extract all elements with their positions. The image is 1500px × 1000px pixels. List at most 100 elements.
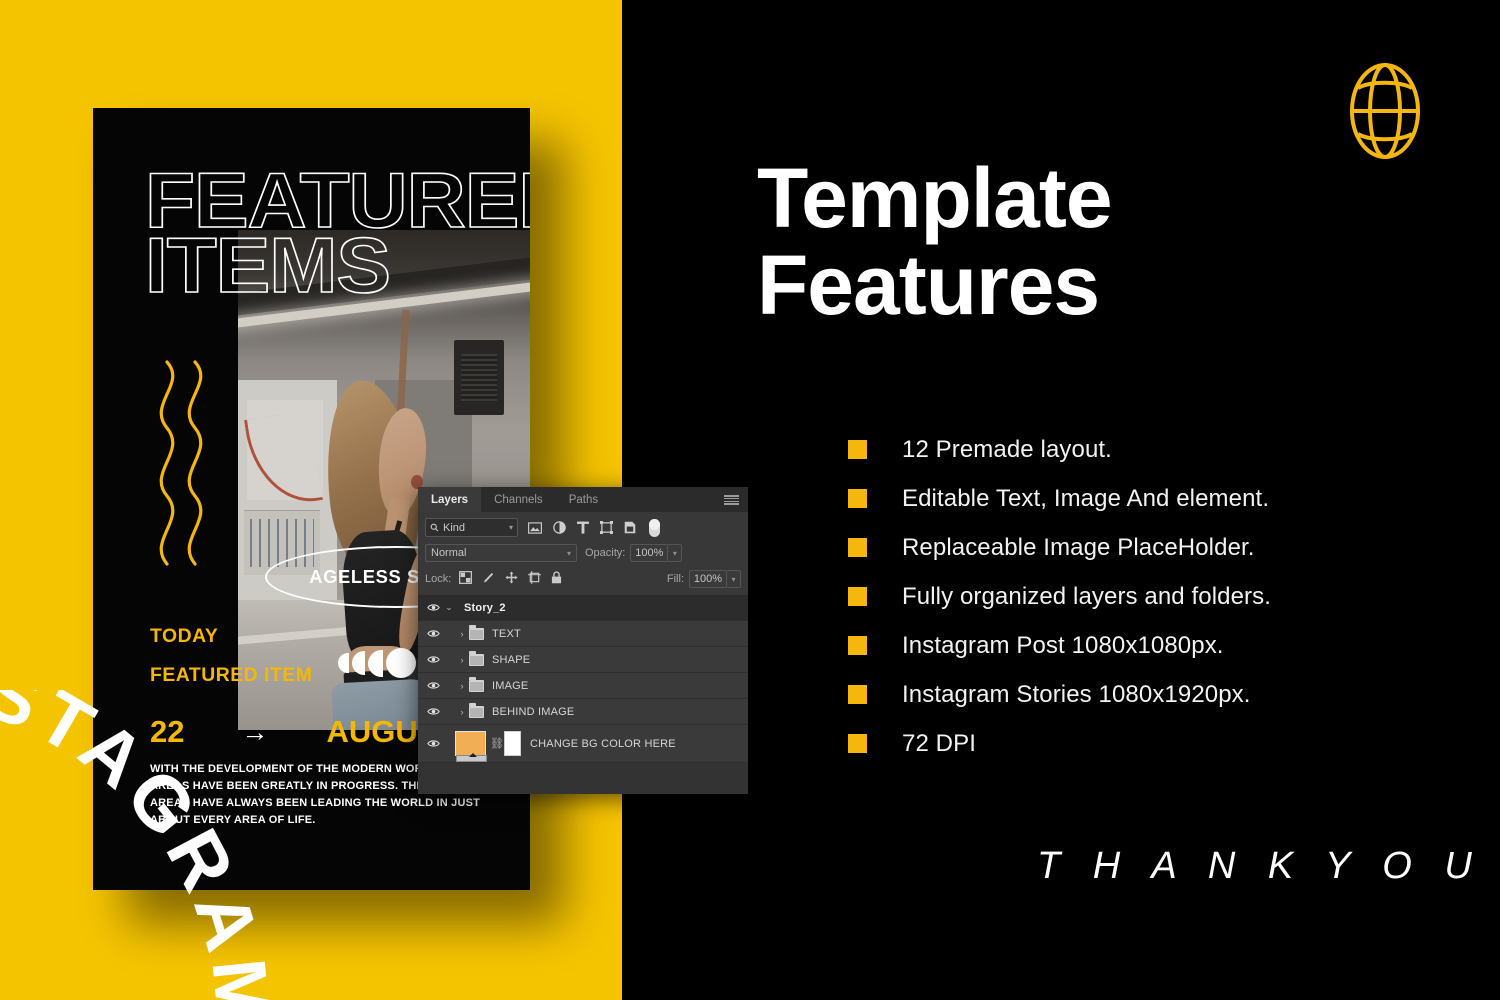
chevron-down-icon[interactable]: ⌄ <box>442 602 456 613</box>
bullet-square-icon <box>848 734 867 753</box>
adjustment-layer-filter-icon[interactable] <box>553 521 566 534</box>
moon-phase-2-icon <box>352 651 365 675</box>
feature-label: Editable Text, Image And element. <box>902 484 1270 512</box>
shape-layer-filter-icon[interactable] <box>600 521 613 534</box>
solid-color-thumbnail[interactable] <box>455 731 487 762</box>
layer-row-shape[interactable]: › SHAPE <box>418 647 748 673</box>
chevron-right-icon[interactable]: › <box>455 655 469 665</box>
thank-you-text: T H A N K Y O U <box>1037 845 1483 887</box>
page-title-line2: Features <box>757 237 1100 332</box>
lock-artboard-icon[interactable] <box>528 571 542 587</box>
panel-controls: Kind ▾ Normal ▾ Opacity: 100% ▾ Lock: Fi… <box>418 512 748 595</box>
lock-all-icon[interactable] <box>551 571 562 587</box>
layer-row-image[interactable]: › IMAGE <box>418 673 748 699</box>
folder-icon <box>469 625 484 640</box>
moon-phase-1-icon <box>338 653 349 673</box>
feature-label: Instagram Post 1080x1080px. <box>902 631 1224 659</box>
folder-icon <box>469 677 484 692</box>
fill-stepper-icon[interactable]: ▾ <box>727 570 741 588</box>
wavy-line-decoration <box>159 360 203 566</box>
layer-row-story-2[interactable]: ⌄ Story_2 <box>418 595 748 621</box>
layers-list: ⌄ Story_2 › TEXT › SHAPE › IMAGE › BEHIN… <box>418 595 748 763</box>
tab-layers-label: Layers <box>431 493 469 506</box>
lock-icons <box>459 571 562 587</box>
tab-channels[interactable]: Channels <box>481 487 556 512</box>
opacity-input[interactable]: 100% <box>630 544 669 562</box>
arrow-right-icon: → <box>241 716 269 747</box>
feature-item: Instagram Stories 1080x1920px. <box>848 670 1271 719</box>
moon-phase-3-icon <box>368 649 383 677</box>
layer-name: IMAGE <box>492 679 529 692</box>
chevron-right-icon[interactable]: › <box>455 629 469 639</box>
lock-fill-row: Lock: Fill: 100% ▾ <box>425 570 741 595</box>
layer-row-change-bg-color[interactable]: ⛓ CHANGE BG COLOR HERE <box>418 725 748 763</box>
hamburger-menu-icon[interactable] <box>724 495 739 505</box>
chevron-right-icon[interactable]: › <box>455 681 469 691</box>
panel-tab-bar: Layers Channels Paths <box>418 487 748 512</box>
tab-paths[interactable]: Paths <box>556 487 611 512</box>
blend-opacity-row: Normal ▾ Opacity: 100% ▾ <box>425 544 741 562</box>
fill-label: Fill: <box>666 573 684 585</box>
fill-input[interactable]: 100% <box>689 570 727 588</box>
layer-name: Story_2 <box>464 601 506 614</box>
feature-item: Instagram Post 1080x1080px. <box>848 621 1271 670</box>
eye-icon[interactable] <box>425 739 442 748</box>
layer-name: TEXT <box>492 627 521 640</box>
feature-label: 72 DPI <box>902 729 976 757</box>
folder-icon <box>469 703 484 718</box>
chevron-down-icon: ▾ <box>566 548 571 558</box>
blend-mode-select[interactable]: Normal ▾ <box>425 544 577 562</box>
poster-day: 22 <box>150 714 185 749</box>
bullet-square-icon <box>848 636 867 655</box>
layer-mask-thumbnail[interactable] <box>504 731 521 756</box>
layer-name: BEHIND IMAGE <box>492 705 575 718</box>
opacity-stepper-icon[interactable]: ▾ <box>668 544 683 562</box>
pixel-layer-filter-icon[interactable] <box>528 521 542 534</box>
feature-label: Fully organized layers and folders. <box>902 582 1272 610</box>
search-icon <box>430 523 439 532</box>
link-mask-icon[interactable]: ⛓ <box>490 737 504 750</box>
poster-headline: FEATURED ITEMS <box>144 160 530 304</box>
moon-phase-4-icon <box>386 648 416 678</box>
poster-featured-item-label: FEATURED ITEM <box>150 665 313 686</box>
feature-item: 12 Premade layout. <box>848 425 1271 474</box>
chevron-right-icon[interactable]: › <box>455 707 469 717</box>
smart-object-filter-icon[interactable] <box>624 521 636 534</box>
moon-phase-decoration <box>338 648 429 678</box>
poster-date-row: 22 → AUGUST <box>150 714 457 750</box>
bullet-square-icon <box>848 685 867 704</box>
layer-row-behind-image[interactable]: › BEHIND IMAGE <box>418 699 748 725</box>
layer-row-text[interactable]: › TEXT <box>418 621 748 647</box>
feature-item: Editable Text, Image And element. <box>848 474 1271 523</box>
lock-image-pixels-icon[interactable] <box>482 571 495 587</box>
lock-transparent-pixels-icon[interactable] <box>459 571 473 587</box>
opacity-label: Opacity: <box>585 547 626 559</box>
photoshop-layers-panel[interactable]: Layers Channels Paths Kind ▾ Normal ▾ Op… <box>418 487 748 794</box>
tab-paths-label: Paths <box>568 493 599 506</box>
bullet-square-icon <box>848 538 867 557</box>
lock-label: Lock: <box>425 573 452 585</box>
feature-label: 12 Premade layout. <box>902 435 1112 463</box>
eye-icon[interactable] <box>425 629 442 638</box>
layer-name: SHAPE <box>492 653 531 666</box>
bullet-square-icon <box>848 587 867 606</box>
lock-position-icon[interactable] <box>505 571 518 587</box>
feature-label: Instagram Stories 1080x1920px. <box>902 680 1251 708</box>
blend-mode-value: Normal <box>431 547 467 559</box>
kind-filter-select[interactable]: Kind ▾ <box>425 518 518 537</box>
filter-toggle-switch[interactable] <box>649 518 660 537</box>
feature-item: 72 DPI <box>848 719 1271 768</box>
tab-layers[interactable]: Layers <box>418 487 482 512</box>
fill-value: 100% <box>693 573 723 585</box>
eye-icon[interactable] <box>425 655 442 664</box>
type-layer-filter-icon[interactable] <box>577 521 589 534</box>
eye-icon[interactable] <box>425 681 442 690</box>
poster-today-label: TODAY <box>150 626 219 647</box>
eye-icon[interactable] <box>425 707 442 716</box>
slide-canvas: FEATURED ITEMS AGELESS STREET TODAY FEAT… <box>0 0 1500 1000</box>
bullet-square-icon <box>848 489 867 508</box>
feature-label: Replaceable Image PlaceHolder. <box>902 533 1255 561</box>
bullet-square-icon <box>848 440 867 459</box>
eye-icon[interactable] <box>425 603 442 612</box>
layer-name: CHANGE BG COLOR HERE <box>530 737 676 750</box>
